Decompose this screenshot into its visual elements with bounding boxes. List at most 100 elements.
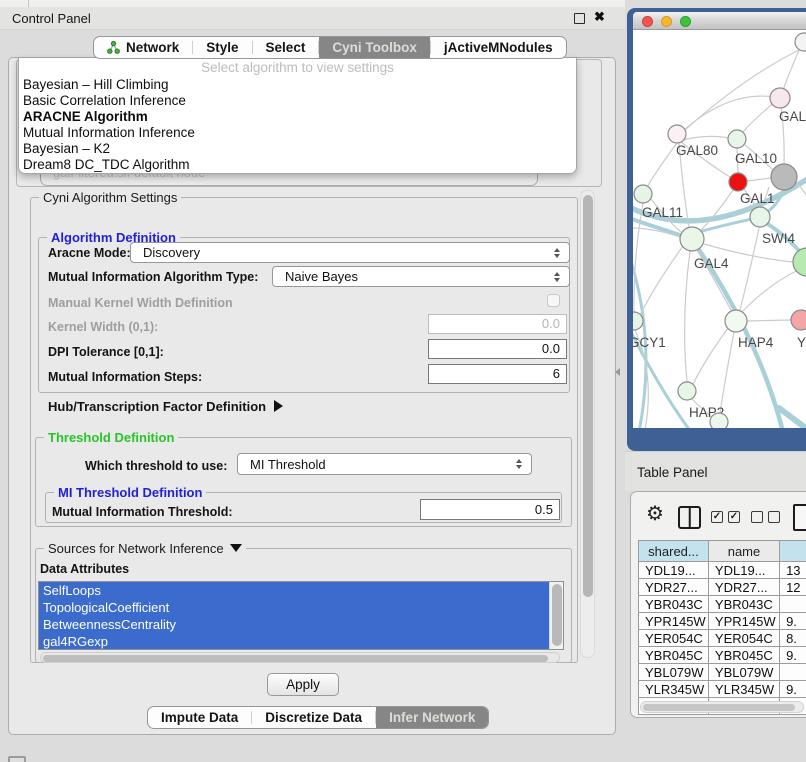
data-attributes-list[interactable]: SelfLoopsTopologicalCoefficientBetweenne… bbox=[38, 581, 564, 650]
algorithm-option[interactable]: Bayesian – Hill Climbing bbox=[23, 77, 572, 93]
document-icon[interactable] bbox=[793, 504, 806, 531]
attribute-list-item[interactable]: SelfLoops bbox=[39, 582, 549, 599]
node-gal[interactable] bbox=[770, 88, 790, 108]
tab-select[interactable]: Select bbox=[253, 37, 319, 58]
algorithm-option[interactable]: ARACNE Algorithm bbox=[23, 109, 572, 125]
algorithm-option[interactable]: Mutual Information Inference bbox=[23, 125, 572, 141]
node-salmon[interactable] bbox=[791, 310, 806, 330]
gear-icon[interactable]: ⚙ bbox=[646, 504, 664, 524]
mi-type-combo[interactable]: Naive Bayes bbox=[272, 266, 570, 287]
manual-kernel-checkbox[interactable] bbox=[547, 294, 560, 307]
table-cell: 9. bbox=[780, 681, 806, 698]
kernel-width-field[interactable]: 0.0 bbox=[428, 314, 567, 334]
minimize-traffic-light-icon[interactable] bbox=[661, 16, 672, 27]
column-header[interactable]: name bbox=[708, 541, 779, 562]
sources-group-header[interactable]: Sources for Network Inference bbox=[44, 541, 246, 556]
close-icon[interactable]: ✖ bbox=[594, 9, 605, 25]
table-row[interactable]: YDL19...YDL19...13 bbox=[639, 562, 806, 579]
network-canvas[interactable]: GALGAL80GAL10GAL1SWI4GAL11GAL4GCY1HAP4YH… bbox=[633, 30, 806, 428]
table-row[interactable]: YBR043CYBR043C bbox=[639, 596, 806, 613]
table-row[interactable]: YDR27...YDR27...12 bbox=[639, 579, 806, 596]
settings-hscroll-thumb[interactable] bbox=[43, 655, 548, 662]
deselect-checkbox-icon[interactable] bbox=[751, 511, 763, 523]
table-hscroll-thumb[interactable] bbox=[643, 704, 795, 711]
deselect-checkbox-icon[interactable] bbox=[768, 511, 780, 523]
zoom-traffic-light-icon[interactable] bbox=[680, 16, 691, 27]
manual-kernel-label: Manual Kernel Width Definition bbox=[48, 296, 233, 310]
minimized-panel-icon[interactable] bbox=[8, 756, 26, 762]
column-header[interactable]: shared... bbox=[639, 541, 709, 562]
select-all-checkbox-icon[interactable]: ✓ bbox=[711, 511, 723, 523]
node-gal80[interactable] bbox=[668, 125, 686, 143]
node-hap4[interactable] bbox=[725, 310, 747, 332]
float-window-icon[interactable] bbox=[574, 13, 585, 24]
which-threshold-combo[interactable]: MI Threshold bbox=[237, 453, 532, 475]
node-unnamed-top[interactable] bbox=[795, 33, 806, 51]
settings-vscrollbar[interactable] bbox=[580, 190, 595, 658]
select-all-checkbox-icon[interactable]: ✓ bbox=[728, 511, 740, 523]
collapse-down-icon bbox=[230, 544, 242, 552]
algorithm-option[interactable]: Bayesian – K2 bbox=[23, 141, 572, 157]
mi-steps-field[interactable]: 6 bbox=[428, 364, 567, 384]
table-cell: YLR345W bbox=[639, 681, 709, 698]
tab-network[interactable]: Network bbox=[94, 37, 192, 58]
node-gal10[interactable] bbox=[728, 130, 746, 148]
algorithm-option[interactable]: Dream8 DC_TDC Algorithm bbox=[23, 157, 572, 173]
sources-group-title: Sources for Network Inference bbox=[48, 541, 224, 556]
node-gray[interactable] bbox=[771, 164, 797, 190]
node-hap2[interactable] bbox=[678, 382, 696, 400]
network-edge[interactable] bbox=[743, 270, 798, 311]
table-header-row: shared...name bbox=[639, 541, 806, 562]
network-edge[interactable] bbox=[720, 332, 734, 413]
attribute-list-item[interactable]: gal4RGexp bbox=[39, 633, 549, 650]
network-edge[interactable] bbox=[685, 251, 690, 382]
table-row[interactable]: YPR145WYPR145W9. bbox=[639, 613, 806, 630]
tab-impute-data[interactable]: Impute Data bbox=[148, 707, 251, 728]
network-edge[interactable] bbox=[683, 136, 728, 140]
network-edge[interactable] bbox=[747, 178, 771, 181]
network-edge[interactable] bbox=[747, 320, 791, 321]
algorithm-option[interactable]: Basic Correlation Inference bbox=[23, 93, 572, 109]
tab-discretize-data[interactable]: Discretize Data bbox=[252, 707, 375, 728]
table-row[interactable]: YBL079WYBL079W bbox=[639, 664, 806, 681]
table-row[interactable]: YER054CYER054C8. bbox=[639, 630, 806, 647]
network-edge[interactable] bbox=[640, 246, 683, 315]
attr-list-vscrollbar[interactable] bbox=[549, 582, 563, 649]
settings-vscroll-thumb[interactable] bbox=[583, 195, 593, 597]
close-traffic-light-icon[interactable] bbox=[642, 16, 653, 27]
mi-type-value: Naive Bayes bbox=[285, 269, 358, 284]
network-edge[interactable] bbox=[647, 143, 677, 187]
network-edge[interactable] bbox=[693, 328, 728, 384]
split-pane-collapse-icon[interactable] bbox=[615, 368, 620, 376]
split-pane-icon[interactable] bbox=[678, 506, 701, 529]
tab-jactivemnodules[interactable]: jActiveMNodules bbox=[431, 37, 566, 58]
settings-hscrollbar[interactable] bbox=[40, 652, 560, 663]
top-strip-divider bbox=[28, 0, 29, 7]
column-header[interactable] bbox=[780, 541, 806, 562]
table-row[interactable]: YBR045CYBR045C9. bbox=[639, 647, 806, 664]
tab-infer-network[interactable]: Infer Network bbox=[376, 707, 488, 728]
attr-items: SelfLoopsTopologicalCoefficientBetweenne… bbox=[39, 582, 563, 650]
node-gal-label: GAL bbox=[779, 109, 806, 124]
hub-definition-toggle[interactable]: Hub/Transcription Factor Definition bbox=[48, 399, 283, 414]
node-unnamed-bottom[interactable] bbox=[710, 413, 728, 428]
attribute-list-item[interactable]: TopologicalCoefficient bbox=[39, 599, 549, 616]
node-gal1-label: GAL1 bbox=[740, 191, 775, 206]
node-gal11[interactable] bbox=[634, 185, 652, 203]
network-view-window[interactable]: GALGAL80GAL10GAL1SWI4GAL11GAL4GCY1HAP4YH… bbox=[627, 8, 806, 451]
node-gal4[interactable] bbox=[680, 227, 704, 251]
aracne-mode-combo[interactable]: Discovery bbox=[130, 242, 570, 263]
tab-cyni-toolbox[interactable]: Cyni Toolbox bbox=[319, 37, 430, 58]
mi-threshold-field[interactable]: 0.5 bbox=[420, 499, 560, 520]
table-hscrollbar[interactable] bbox=[640, 701, 804, 713]
tab-style[interactable]: Style bbox=[193, 37, 251, 58]
attribute-list-item[interactable]: BetweennessCentrality bbox=[39, 616, 549, 633]
table-row[interactable]: YLR345WYLR345W9. bbox=[639, 681, 806, 698]
node-gal1[interactable] bbox=[729, 173, 747, 191]
attr-list-vscroll-thumb[interactable] bbox=[552, 584, 562, 646]
dpi-tolerance-field[interactable]: 0.0 bbox=[428, 339, 567, 359]
network-window-titlebar[interactable] bbox=[633, 12, 806, 30]
network-edge[interactable] bbox=[685, 96, 780, 129]
node-swi4[interactable] bbox=[750, 207, 770, 227]
apply-button[interactable]: Apply bbox=[267, 673, 339, 696]
